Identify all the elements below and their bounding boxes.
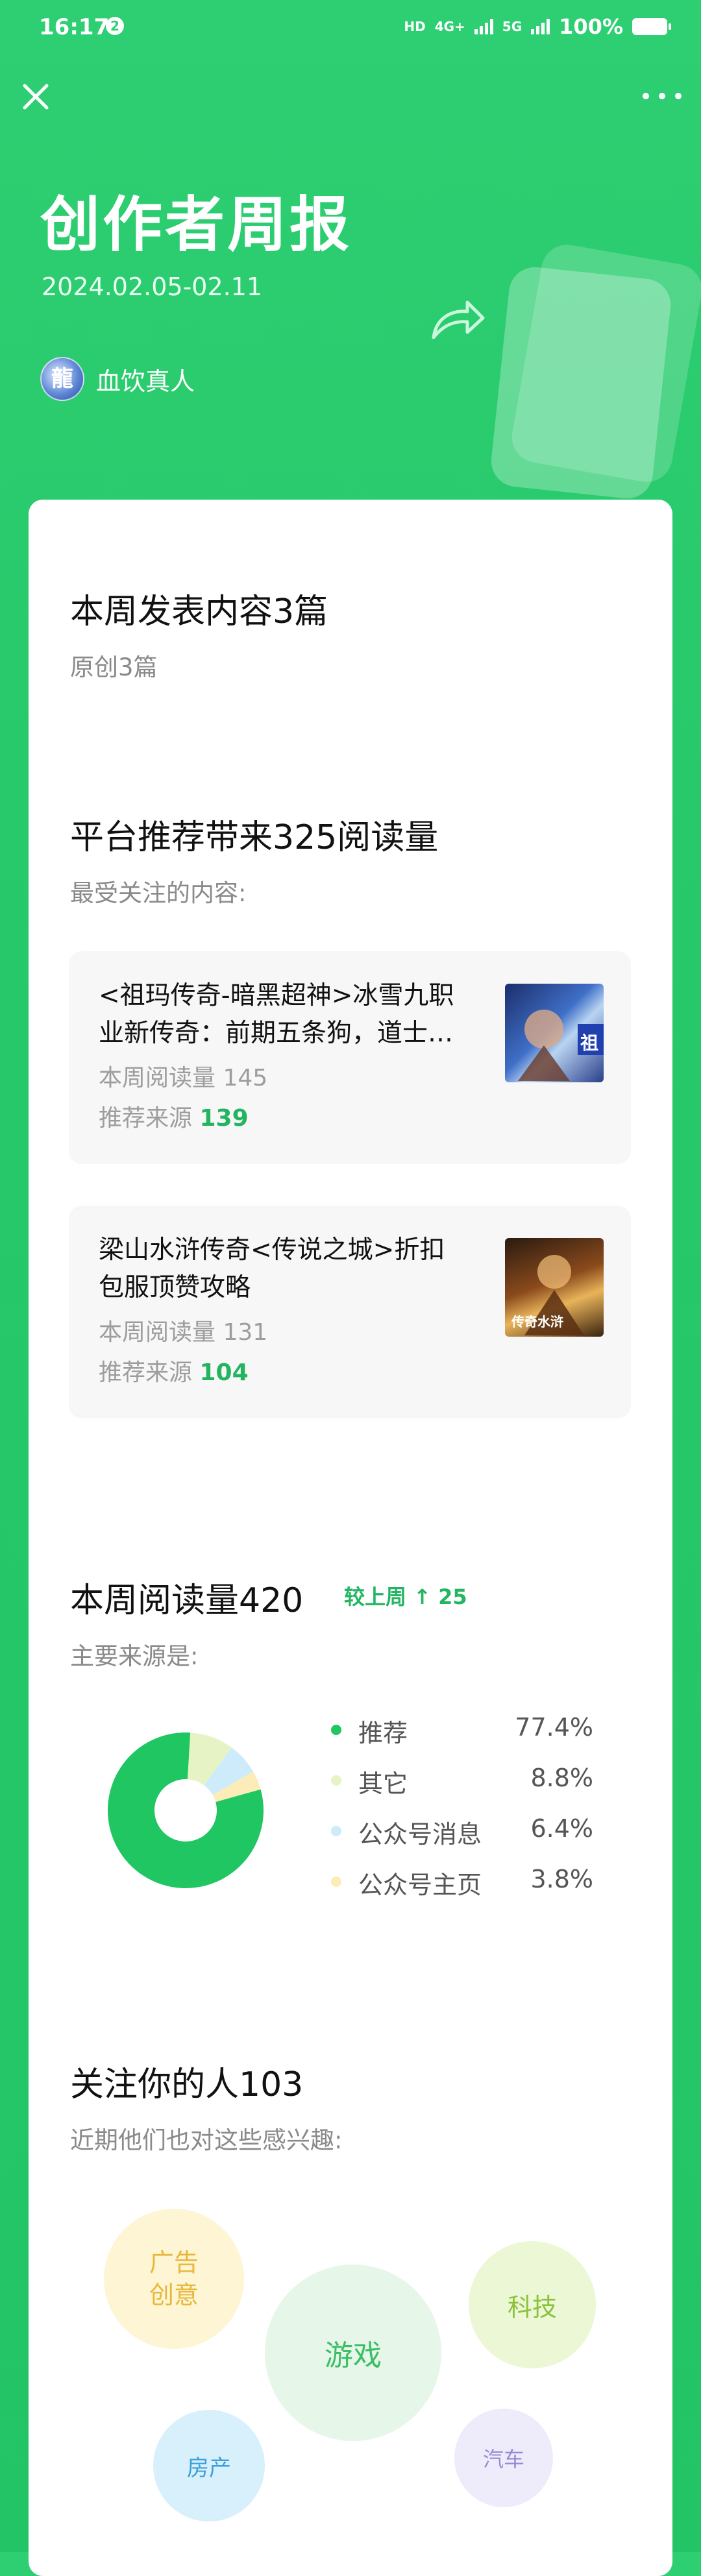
source-label: 推荐来源: [99, 1359, 193, 1386]
more-icon-dot: [659, 93, 665, 99]
close-button[interactable]: [18, 79, 53, 114]
published-subtitle: 原创3篇: [70, 653, 158, 681]
legend-value: 6.4%: [530, 1814, 593, 1843]
compare-value: 25: [438, 1585, 467, 1609]
article-card[interactable]: 梁山水浒传奇<传说之城>折扣包服顶赞攻略 本周阅读量 131 推荐来源 104 …: [69, 1206, 631, 1418]
battery-icon: [632, 18, 671, 35]
avatar: 龍: [40, 357, 84, 401]
more-button[interactable]: [643, 83, 682, 109]
battery-percent: 100%: [559, 14, 623, 39]
article-title: <祖玛传奇-暗黑超神>冰雪九职业新传奇：前期五条狗，道士…: [99, 981, 454, 1048]
date-range: 2024.02.05-02.11: [42, 273, 263, 301]
status-time: 16:17: [39, 14, 110, 40]
legend-dot: [331, 1725, 341, 1735]
thumbnail-text: 祖: [580, 1032, 598, 1054]
legend-item: 其它 8.8%: [331, 1764, 593, 1800]
legend-dot: [331, 1826, 341, 1836]
published-title: 本周发表内容3篇: [70, 592, 328, 631]
header-decoration: [432, 245, 701, 499]
legend-label: 公众号消息: [358, 1820, 482, 1849]
reads-value: 145: [223, 1065, 268, 1091]
source-donut-chart: [108, 1732, 264, 1888]
article-reads: 本周阅读量 131: [99, 1313, 267, 1347]
signal-bars-icon: [531, 19, 550, 34]
more-icon-dot: [675, 93, 682, 99]
legend-dot: [331, 1775, 341, 1786]
status-bar: 16:17 2 HD 4G+ 5G 100%: [0, 0, 701, 56]
interest-bubble-cars[interactable]: 汽车: [454, 2409, 553, 2507]
share-arrow-icon: [432, 300, 485, 339]
legend-item: 公众号主页 3.8%: [331, 1865, 593, 1901]
legend-item: 推荐 77.4%: [331, 1713, 593, 1749]
article-title: 梁山水浒传奇<传说之城>折扣包服顶赞攻略: [99, 1235, 445, 1302]
close-icon: [23, 84, 49, 110]
signal-bars-icon: [474, 19, 493, 34]
interest-bubble-real-estate[interactable]: 房产: [153, 2410, 265, 2521]
source-label: 推荐来源: [99, 1105, 193, 1132]
author[interactable]: 龍 血饮真人: [40, 357, 195, 401]
interest-label: 汽车: [482, 2447, 524, 2472]
interest-label: 广告 创意: [149, 2248, 199, 2309]
followers-subtitle: 近期他们也对这些感兴趣:: [70, 2126, 343, 2154]
recommend-subtitle: 最受关注的内容:: [70, 879, 247, 907]
legend-item: 公众号消息 6.4%: [331, 1814, 593, 1851]
arrow-up-icon: ↑: [413, 1585, 431, 1609]
legend-label: 公众号主页: [358, 1871, 482, 1899]
interest-bubble-games[interactable]: 游戏: [265, 2265, 441, 2441]
author-name: 血饮真人: [96, 367, 195, 396]
more-icon: [643, 93, 649, 99]
legend-label: 推荐: [358, 1719, 408, 1747]
notification-badge: 2: [106, 17, 124, 35]
interest-label: 房产: [187, 2455, 231, 2481]
article-thumbnail: 传奇水浒: [505, 1238, 604, 1337]
interest-label: 游戏: [325, 2339, 382, 2372]
page-title: 创作者周报: [40, 190, 352, 260]
hd-indicator: HD: [404, 19, 426, 34]
thumbnail-text: 传奇水浒: [511, 1314, 563, 1330]
legend-dot: [331, 1877, 341, 1887]
legend-value: 3.8%: [530, 1865, 593, 1893]
recommend-title: 平台推荐带来325阅读量: [70, 818, 439, 857]
interest-bubble-tech[interactable]: 科技: [469, 2241, 596, 2368]
network-4g-label: 4G+: [434, 19, 465, 34]
legend-label: 其它: [358, 1769, 408, 1798]
article-card[interactable]: <祖玛传奇-暗黑超神>冰雪九职业新传奇：前期五条狗，道士… 本周阅读量 145 …: [69, 951, 631, 1164]
source-value: 104: [199, 1359, 249, 1386]
article-reads: 本周阅读量 145: [99, 1059, 267, 1093]
compare-label: 较上周: [344, 1585, 407, 1609]
article-source: 推荐来源 139: [99, 1099, 249, 1133]
article-source: 推荐来源 104: [99, 1354, 249, 1387]
reads-value: 131: [223, 1319, 268, 1346]
reads-label: 本周阅读量: [99, 1065, 216, 1091]
week-compare: 较上周 ↑ 25: [344, 1581, 467, 1610]
legend-value: 77.4%: [515, 1713, 593, 1742]
reading-subtitle: 主要来源是:: [70, 1642, 199, 1670]
interest-bubble-ad-creative[interactable]: 广告 创意: [104, 2209, 244, 2349]
source-value: 139: [199, 1105, 249, 1132]
interest-label: 科技: [507, 2292, 557, 2322]
network-5g-label: 5G: [502, 19, 523, 34]
followers-title: 关注你的人103: [70, 2065, 304, 2104]
status-indicators: HD 4G+ 5G 100%: [404, 14, 671, 39]
article-thumbnail: 祖: [505, 984, 604, 1082]
reading-title: 本周阅读量420: [70, 1581, 304, 1620]
reads-label: 本周阅读量: [99, 1319, 216, 1346]
legend-value: 8.8%: [530, 1764, 593, 1792]
